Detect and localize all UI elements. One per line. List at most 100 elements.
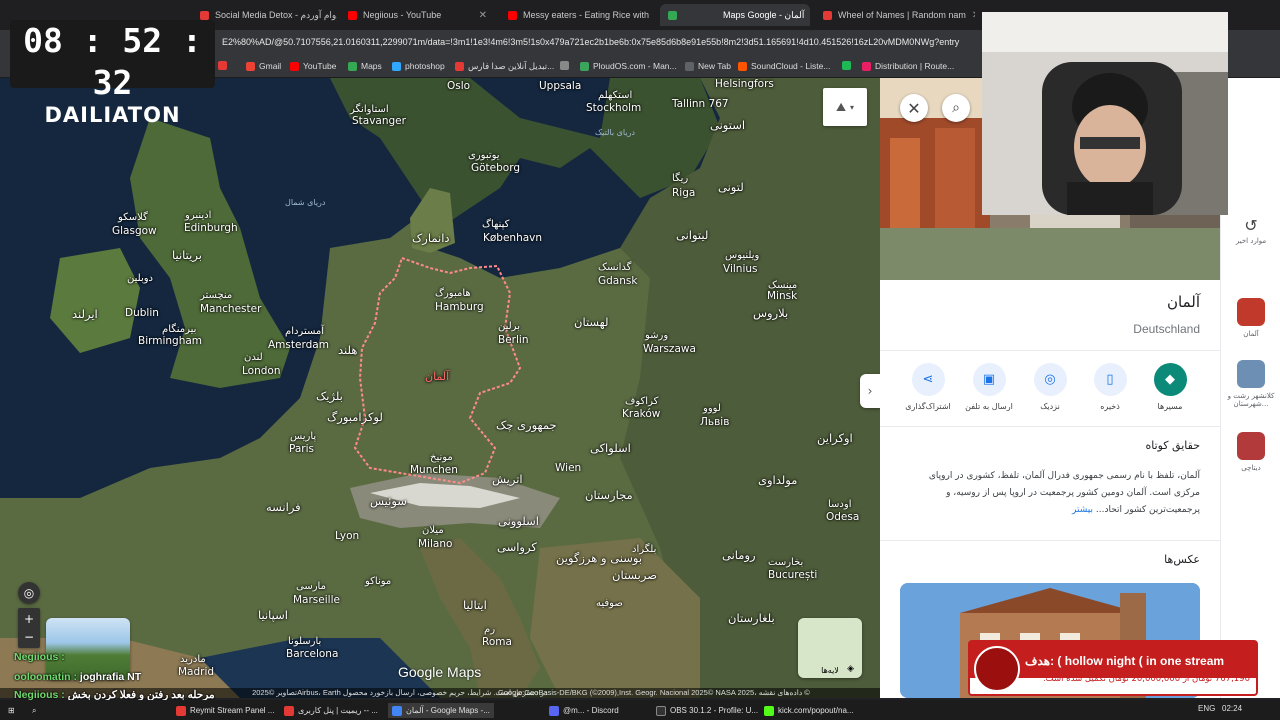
bookmark-item[interactable]: photoshop — [392, 61, 445, 71]
map-label[interactable]: بلاروس — [753, 306, 788, 320]
send-to-phone-button[interactable]: ▣ ارسال به تلفن — [959, 363, 1019, 411]
map-label[interactable]: بوسنی و هرزگوین — [556, 551, 642, 565]
map-label[interactable]: گلاسکو — [118, 212, 148, 223]
map-label[interactable]: آمستردام — [285, 326, 324, 337]
bookmark-item[interactable] — [218, 61, 227, 70]
map-label[interactable]: Dublin — [125, 307, 159, 319]
map-label[interactable]: بلژیک — [316, 389, 343, 403]
search-button[interactable]: ⌕ — [942, 94, 970, 122]
map-label[interactable]: موناکو — [365, 576, 391, 587]
map-label[interactable]: بارسلونا — [288, 636, 321, 647]
map-label[interactable]: Paris — [289, 443, 314, 455]
map-label[interactable]: بیرمنگام — [162, 324, 196, 335]
map-label[interactable]: Uppsala — [539, 80, 581, 92]
map-label[interactable]: Stockholm — [586, 102, 641, 114]
browser-tab[interactable]: Wheel of Names | Random nam ✕ — [815, 4, 975, 26]
close-panel-button[interactable]: ✕ — [900, 94, 928, 122]
map-label[interactable]: Marseille — [293, 594, 340, 606]
taskbar-app[interactable]: kick.com/popout/na... — [760, 703, 858, 718]
map-label[interactable]: گدانسک — [598, 262, 631, 273]
browser-tab-active[interactable]: Maps Google - آلمان ✕ — [660, 4, 810, 26]
map-label[interactable]: پاریس — [290, 431, 316, 442]
map-label[interactable]: ایرلند — [72, 307, 98, 321]
map-label[interactable]: اسپانیا — [258, 608, 288, 622]
map-label[interactable]: هلند — [338, 343, 357, 357]
map-label[interactable]: بخارست — [768, 557, 803, 568]
map-label[interactable]: Berlin — [498, 334, 528, 346]
map-label[interactable]: Wien — [555, 462, 581, 474]
map-label[interactable]: ادینبرو — [185, 210, 211, 221]
map-label[interactable]: بلغارستان — [728, 611, 775, 625]
map-label[interactable]: Warszawa — [643, 343, 696, 355]
taskbar-app[interactable]: @m... - Discord — [545, 703, 623, 718]
rail-item-rasht[interactable]: کلانشهر رشت و شهرستان... — [1221, 360, 1280, 408]
system-clock[interactable]: 02:24 — [1222, 704, 1242, 713]
map-label[interactable]: میلان — [422, 525, 444, 536]
collapse-panel-button[interactable]: › — [860, 374, 880, 408]
bookmark-item[interactable]: Gmail — [246, 61, 281, 71]
zoom-out-icon[interactable]: − — [24, 628, 34, 646]
map-label[interactable]: صربستان — [612, 568, 657, 582]
map-label[interactable]: جمهوری چک — [496, 418, 557, 432]
map-label[interactable]: کراکوف — [625, 396, 658, 407]
layers-button[interactable]: لایه‌ها ◈ — [798, 618, 862, 678]
map-label[interactable]: Vilnius — [723, 263, 757, 275]
map-label[interactable]: ریگا — [672, 173, 688, 184]
map-label[interactable]: Tallinn 767 — [672, 98, 729, 110]
rail-item-germany[interactable]: آلمان — [1221, 298, 1280, 338]
map-label[interactable]: دانمارک — [412, 231, 450, 245]
map-label[interactable]: Lyon — [335, 530, 359, 542]
map-label[interactable]: Munchen — [410, 464, 458, 476]
map-label[interactable]: منچستر — [200, 290, 232, 301]
satellite-map[interactable]: دریای بالتیک دریای شمال Oslo Uppsala Hel… — [0, 78, 880, 698]
map-label[interactable]: Manchester — [200, 303, 261, 315]
more-link[interactable]: بیشتر — [1072, 505, 1093, 515]
url-field[interactable]: E2%80%AD/@50.7107556,21.0160311,2299071m… — [222, 37, 959, 47]
bookmark-item[interactable] — [560, 61, 569, 70]
my-location-button[interactable]: ◎ — [18, 582, 40, 604]
save-button[interactable]: ▯ ذخیره — [1080, 363, 1140, 411]
map-label[interactable]: ایتالیا — [463, 598, 487, 612]
map-label[interactable]: Glasgow — [112, 225, 157, 237]
map-label[interactable]: استکهلم — [598, 90, 632, 101]
map-label[interactable]: لووو — [703, 403, 721, 414]
map-label[interactable]: لهستان — [574, 315, 608, 329]
rail-item-datachi[interactable]: دیتاچی — [1221, 432, 1280, 472]
map-label[interactable]: سوئیس — [370, 494, 407, 508]
map-label[interactable]: لیتوانی — [676, 228, 708, 242]
share-button[interactable]: ⋖ اشتراک‌گذاری — [898, 363, 958, 411]
taskbar-app-active[interactable]: آلمان - Google Maps -... — [388, 703, 494, 718]
map-label[interactable]: København — [483, 232, 542, 244]
map-label[interactable]: دوبلین — [127, 273, 153, 284]
map-label[interactable]: بریتانیا — [172, 248, 202, 262]
bookmark-item[interactable] — [842, 61, 851, 70]
map-label[interactable]: استاوانگر — [350, 104, 389, 115]
map-label[interactable]: București — [768, 569, 817, 581]
map-label[interactable]: Roma — [482, 636, 512, 648]
map-label[interactable]: اسلواکی — [590, 441, 631, 455]
map-label[interactable]: Milano — [418, 538, 452, 550]
map-label[interactable]: Stavanger — [352, 115, 406, 127]
attribution-text[interactable]: تصاویر ©2025 ‏Airbus، Earth در دسترس است… — [250, 688, 547, 698]
map-label[interactable]: لتونی — [718, 180, 744, 194]
taskbar-app[interactable]: OBS 30.1.2 - Profile: U... — [652, 703, 762, 718]
map-label[interactable]: صوفیه — [596, 598, 623, 609]
map-label[interactable]: Barcelona — [286, 648, 338, 660]
map-label[interactable]: رومانی — [722, 548, 756, 562]
map-label[interactable]: اتریش — [492, 472, 523, 486]
map-label[interactable]: اوکراین — [817, 431, 853, 445]
map-label[interactable]: Odesa — [826, 511, 859, 523]
map-label[interactable]: مارسی — [296, 581, 326, 592]
map-label[interactable]: Kraków — [622, 408, 660, 420]
map-label[interactable]: Göteborg — [471, 162, 520, 174]
map-label[interactable]: London — [242, 365, 281, 377]
map-label[interactable]: لوکزامبورگ — [327, 410, 383, 424]
map-label[interactable]: استونی — [710, 118, 745, 132]
map-label[interactable]: Riga — [672, 187, 695, 199]
map-label[interactable]: هامبورگ — [435, 288, 471, 299]
map-label[interactable]: لندن — [244, 352, 263, 363]
bookmark-item[interactable]: YouTube — [290, 61, 336, 71]
search-icon[interactable]: ⌕ — [28, 703, 40, 718]
map-label[interactable]: اودسا — [828, 499, 852, 510]
map-label[interactable]: کرواسی — [497, 540, 537, 554]
